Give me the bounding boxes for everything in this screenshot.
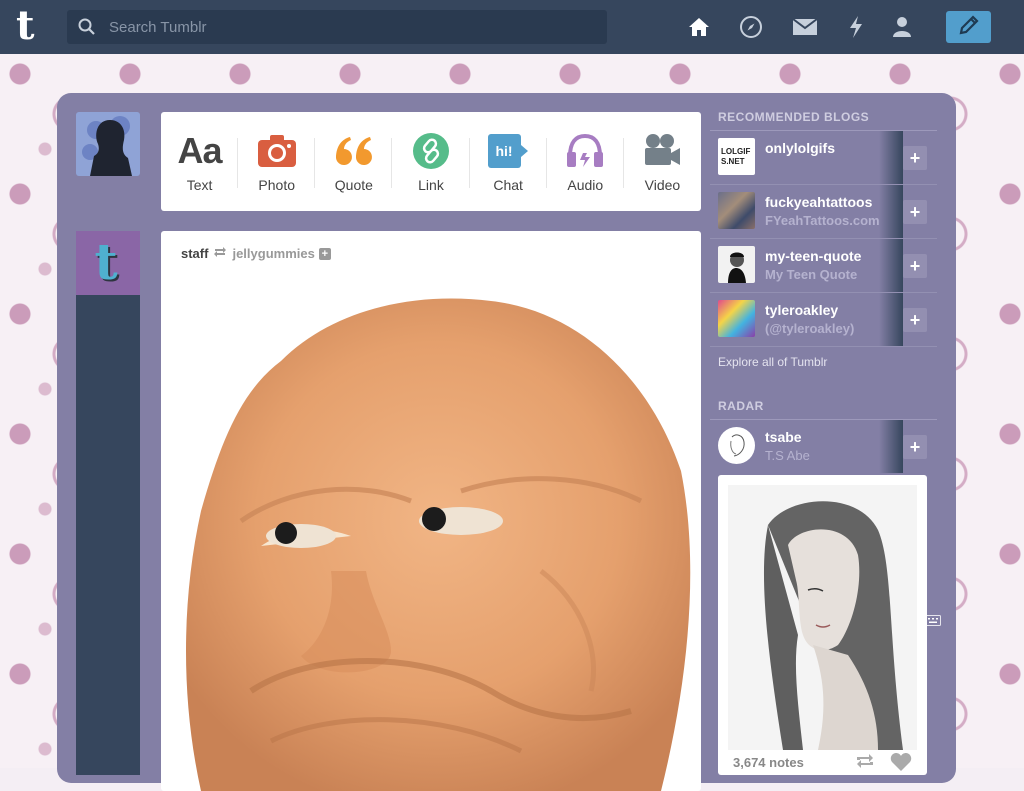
follow-plus-icon[interactable]: + (903, 200, 927, 224)
post-type-photo[interactable]: Photo (238, 112, 316, 211)
post-type-video[interactable]: Video (624, 112, 701, 211)
blog-name[interactable]: onlylolgifs (765, 140, 835, 156)
recommended-blog-item[interactable]: tyleroakley (@tyleroakley) + (710, 293, 937, 347)
post-type-audio[interactable]: Audio (547, 112, 624, 211)
post-type-label: Photo (258, 176, 295, 193)
blog-avatar: LOLGIFS.NET (718, 138, 755, 175)
radar-blog-name[interactable]: tsabe (765, 429, 802, 445)
camera-icon (257, 131, 296, 171)
search-icon (67, 18, 107, 36)
reblog-icon[interactable] (855, 753, 875, 774)
mail-icon[interactable] (792, 14, 818, 40)
reblog-icon (213, 246, 227, 261)
recommended-blogs-heading: RECOMMENDED BLOGS (710, 110, 937, 131)
post-type-label: Chat (493, 176, 523, 193)
post-type-text[interactable]: Aa Text (161, 112, 239, 211)
post-author[interactable]: staff (181, 246, 208, 261)
follow-plus-icon[interactable]: + (903, 146, 927, 170)
svg-text:hi!: hi! (496, 143, 513, 159)
radar-blog[interactable]: tsabe T.S Abe + (710, 420, 937, 473)
follow-plus-icon[interactable]: + (903, 308, 927, 332)
like-heart-icon[interactable] (890, 752, 912, 775)
radar-post[interactable]: 3,674 notes (718, 475, 927, 775)
post-type-link[interactable]: Link (392, 112, 470, 211)
post-type-label: Text (186, 176, 213, 193)
compass-icon[interactable] (738, 14, 764, 40)
blog-fade (879, 293, 903, 346)
person-icon[interactable] (889, 14, 915, 40)
compose-button[interactable] (946, 11, 991, 43)
post-type-bar: Aa Text Photo Quote Link hi! Chat Audio (161, 112, 701, 211)
blog-title: (@tyleroakley) (765, 321, 855, 336)
blog-name[interactable]: fuckyeahtattoos (765, 194, 872, 210)
tumblr-staff-avatar[interactable]: t t (76, 231, 140, 295)
recommended-blogs: RECOMMENDED BLOGS LOLGIFS.NET onlylolgif… (710, 110, 937, 377)
radar-heading: RADAR (710, 399, 937, 420)
blog-title: My Teen Quote (765, 267, 858, 282)
user-avatar[interactable] (76, 112, 140, 176)
keyboard-icon[interactable] (925, 613, 941, 631)
post-header: staff jellygummies + (181, 246, 331, 261)
post-source[interactable]: jellygummies (232, 246, 314, 261)
follow-plus-icon[interactable]: + (318, 247, 331, 260)
svg-text:t: t (94, 232, 117, 291)
follow-plus-icon[interactable]: + (903, 435, 927, 459)
recommended-blog-item[interactable]: my-teen-quote My Teen Quote + (710, 239, 937, 293)
link-icon (412, 131, 449, 171)
radar-post-image (728, 485, 917, 750)
lightning-icon[interactable] (843, 14, 869, 40)
text-icon: Aa (177, 129, 223, 171)
search-input[interactable] (107, 17, 591, 37)
quote-icon (334, 131, 374, 171)
blog-avatar-text: LOLGIFS.NET (721, 147, 751, 166)
search-bar[interactable] (67, 10, 607, 44)
blog-name[interactable]: my-teen-quote (765, 248, 861, 264)
radar-blog-title: T.S Abe (765, 448, 810, 463)
chat-icon: hi! (488, 131, 529, 171)
blog-avatar (718, 192, 755, 229)
post-type-label: Audio (567, 176, 604, 193)
post-type-label: Link (418, 176, 444, 193)
radar-blog-avatar (718, 427, 755, 464)
home-icon[interactable] (686, 14, 712, 40)
explore-link[interactable]: Explore all of Tumblr (710, 347, 937, 377)
blog-fade (879, 239, 903, 292)
dashboard-post: staff jellygummies + (161, 231, 701, 791)
recommended-blog-item[interactable]: fuckyeahtattoos FYeahTattoos.com + (710, 185, 937, 239)
headphones-icon (566, 131, 604, 171)
post-type-quote[interactable]: Quote (315, 112, 393, 211)
pencil-icon (958, 14, 980, 41)
blog-title: FYeahTattoos.com (765, 213, 880, 228)
blog-name[interactable]: tyleroakley (765, 302, 838, 318)
post-image (161, 271, 701, 791)
post-type-label: Quote (334, 176, 373, 193)
recommended-blog-item[interactable]: LOLGIFS.NET onlylolgifs + (710, 131, 937, 185)
post-type-label: Video (644, 176, 681, 193)
video-camera-icon (643, 131, 681, 171)
blog-fade (879, 420, 903, 473)
blog-avatar (718, 300, 755, 337)
blog-fade (879, 131, 903, 184)
blog-avatar (718, 246, 755, 283)
post-type-chat[interactable]: hi! Chat (470, 112, 547, 211)
tumblr-logo[interactable]: t (16, 6, 50, 48)
follow-plus-icon[interactable]: + (903, 254, 927, 278)
avatar-sidebar-strip (76, 295, 140, 775)
blog-fade (879, 185, 903, 238)
radar-section: RADAR tsabe T.S Abe + (710, 399, 937, 473)
top-navbar: t (0, 0, 1024, 54)
